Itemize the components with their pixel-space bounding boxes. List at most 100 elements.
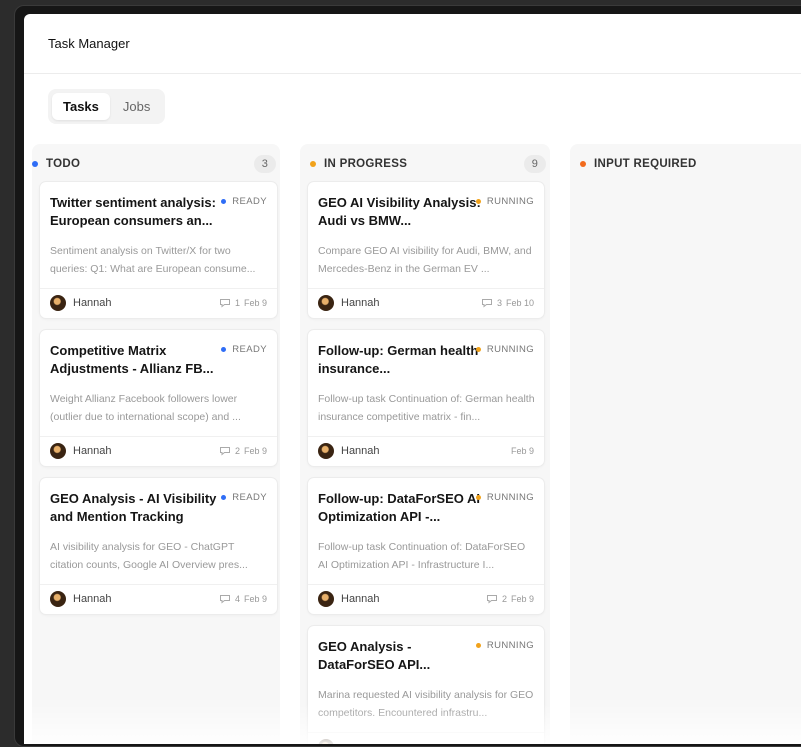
column-input-required: INPUT REQUIRED [570, 144, 801, 744]
card-footer: Hannah 1 Feb 9 [50, 291, 267, 315]
assignee-name: Hannah [73, 593, 112, 605]
avatar [318, 591, 334, 607]
todo-status-dot [32, 161, 38, 167]
status-label: READY [232, 344, 267, 355]
task-card[interactable]: Follow-up: DataForSEO AI Optimization AP… [307, 477, 545, 615]
running-dot-icon [475, 643, 481, 648]
comment-count: 3 [496, 298, 502, 308]
comment-count: 2 [234, 446, 240, 456]
task-card[interactable]: Twitter sentiment analysis: European con… [39, 181, 278, 319]
task-meta: Feb 9 [511, 446, 534, 456]
card-footer: Hannah Feb 9 [318, 439, 534, 463]
input-required-status-dot [580, 161, 586, 167]
task-meta: 2 Feb 9 [486, 594, 534, 604]
avatar [50, 443, 66, 459]
status-label: RUNNING [486, 196, 534, 207]
card-divider [308, 436, 544, 437]
task-date: Feb 9 [510, 446, 534, 456]
task-title: GEO Analysis - DataForSEO API... [318, 639, 431, 672]
task-meta: 4 Feb 9 [219, 594, 267, 604]
status-label: READY [232, 196, 267, 207]
assignee-name: Hannah [73, 297, 112, 309]
card-footer [318, 735, 534, 744]
task-title: GEO Analysis - AI Visibility and Mention… [50, 491, 217, 524]
ready-dot-icon [221, 347, 227, 352]
task-card[interactable]: GEO Analysis - DataForSEO API... RUNNING… [307, 625, 545, 744]
task-date: Feb 9 [510, 594, 534, 604]
avatar [318, 739, 334, 744]
page-header: Task Manager [24, 14, 801, 74]
assignee-name: Hannah [341, 593, 380, 605]
status-label: RUNNING [486, 492, 534, 503]
task-date: Feb 9 [243, 594, 267, 604]
card-footer: Hannah 3 Feb 10 [318, 291, 534, 315]
task-meta: 2 Feb 9 [219, 446, 267, 456]
column-title-input-required: INPUT REQUIRED [594, 158, 697, 170]
comment-count: 2 [501, 594, 507, 604]
ready-dot-icon [221, 495, 227, 500]
page-title: Task Manager [48, 36, 130, 51]
comment-count: 4 [234, 594, 240, 604]
column-todo: TODO 3 Twitter sentiment analysis: Europ… [32, 144, 280, 744]
status-badge: READY [221, 344, 267, 355]
task-description: AI visibility analysis for GEO - ChatGPT… [50, 541, 248, 571]
task-title: Follow-up: DataForSEO AI Optimization AP… [318, 491, 481, 524]
card-divider [40, 584, 277, 585]
in-progress-status-dot [310, 161, 316, 167]
task-description: Compare GEO AI visibility for Audi, BMW,… [318, 245, 532, 275]
column-title-todo: TODO [46, 158, 81, 170]
task-title: Competitive Matrix Adjustments - Allianz… [50, 343, 214, 376]
task-meta: 3 Feb 10 [481, 298, 534, 308]
status-badge: RUNNING [475, 640, 534, 651]
task-card[interactable]: Competitive Matrix Adjustments - Allianz… [39, 329, 278, 467]
task-description: Follow-up task Continuation of: DataForS… [318, 541, 526, 571]
task-date: Feb 9 [243, 446, 267, 456]
card-footer: Hannah 4 Feb 9 [50, 587, 267, 611]
column-header-todo: TODO 3 [32, 144, 280, 184]
ready-dot-icon [221, 199, 227, 204]
card-divider [308, 584, 544, 585]
column-header-in-progress: IN PROGRESS 9 [300, 144, 550, 184]
status-label: RUNNING [486, 344, 534, 355]
task-meta: 1 Feb 9 [219, 298, 267, 308]
avatar [318, 443, 334, 459]
assignee-name: Hannah [73, 445, 112, 457]
status-label: READY [232, 492, 267, 503]
status-label: RUNNING [486, 640, 534, 651]
avatar [50, 591, 66, 607]
avatar [318, 295, 334, 311]
column-header-input-required: INPUT REQUIRED [570, 144, 801, 184]
task-description: Weight Allianz Facebook followers lower … [50, 393, 241, 423]
card-divider [308, 732, 544, 733]
avatar [50, 295, 66, 311]
assignee-name: Hannah [341, 445, 380, 457]
tab-tasks[interactable]: Tasks [52, 93, 110, 120]
running-dot-icon [475, 495, 481, 500]
tab-jobs[interactable]: Jobs [112, 93, 161, 120]
status-badge: READY [221, 492, 267, 503]
task-date: Feb 10 [505, 298, 534, 308]
card-divider [308, 288, 544, 289]
comment-icon [219, 595, 230, 604]
column-title-in-progress: IN PROGRESS [324, 158, 408, 170]
task-card[interactable]: Follow-up: German health insurance... RU… [307, 329, 545, 467]
assignee-name: Hannah [341, 297, 380, 309]
task-card[interactable]: GEO Analysis - AI Visibility and Mention… [39, 477, 278, 615]
task-manager-app: Task Manager Tasks Jobs TODO 3 Twitter s… [24, 14, 801, 744]
card-divider [40, 436, 277, 437]
task-title: GEO AI Visibility Analysis: Audi vs BMW.… [318, 195, 481, 228]
task-title: Follow-up: German health insurance... [318, 343, 479, 376]
task-description: Sentiment analysis on Twitter/X for two … [50, 245, 256, 275]
column-count-todo: 3 [254, 155, 276, 173]
task-description: Follow-up task Continuation of: German h… [318, 393, 535, 423]
running-dot-icon [475, 199, 481, 204]
task-description: Marina requested AI visibility analysis … [318, 689, 534, 719]
column-count-in-progress: 9 [524, 155, 546, 173]
view-tabs: Tasks Jobs [48, 89, 166, 124]
status-badge: READY [221, 196, 267, 207]
card-footer: Hannah 2 Feb 9 [318, 587, 534, 611]
task-card[interactable]: GEO AI Visibility Analysis: Audi vs BMW.… [307, 181, 545, 319]
comment-icon [486, 595, 497, 604]
comment-icon [219, 299, 230, 308]
task-title: Twitter sentiment analysis: European con… [50, 195, 216, 228]
